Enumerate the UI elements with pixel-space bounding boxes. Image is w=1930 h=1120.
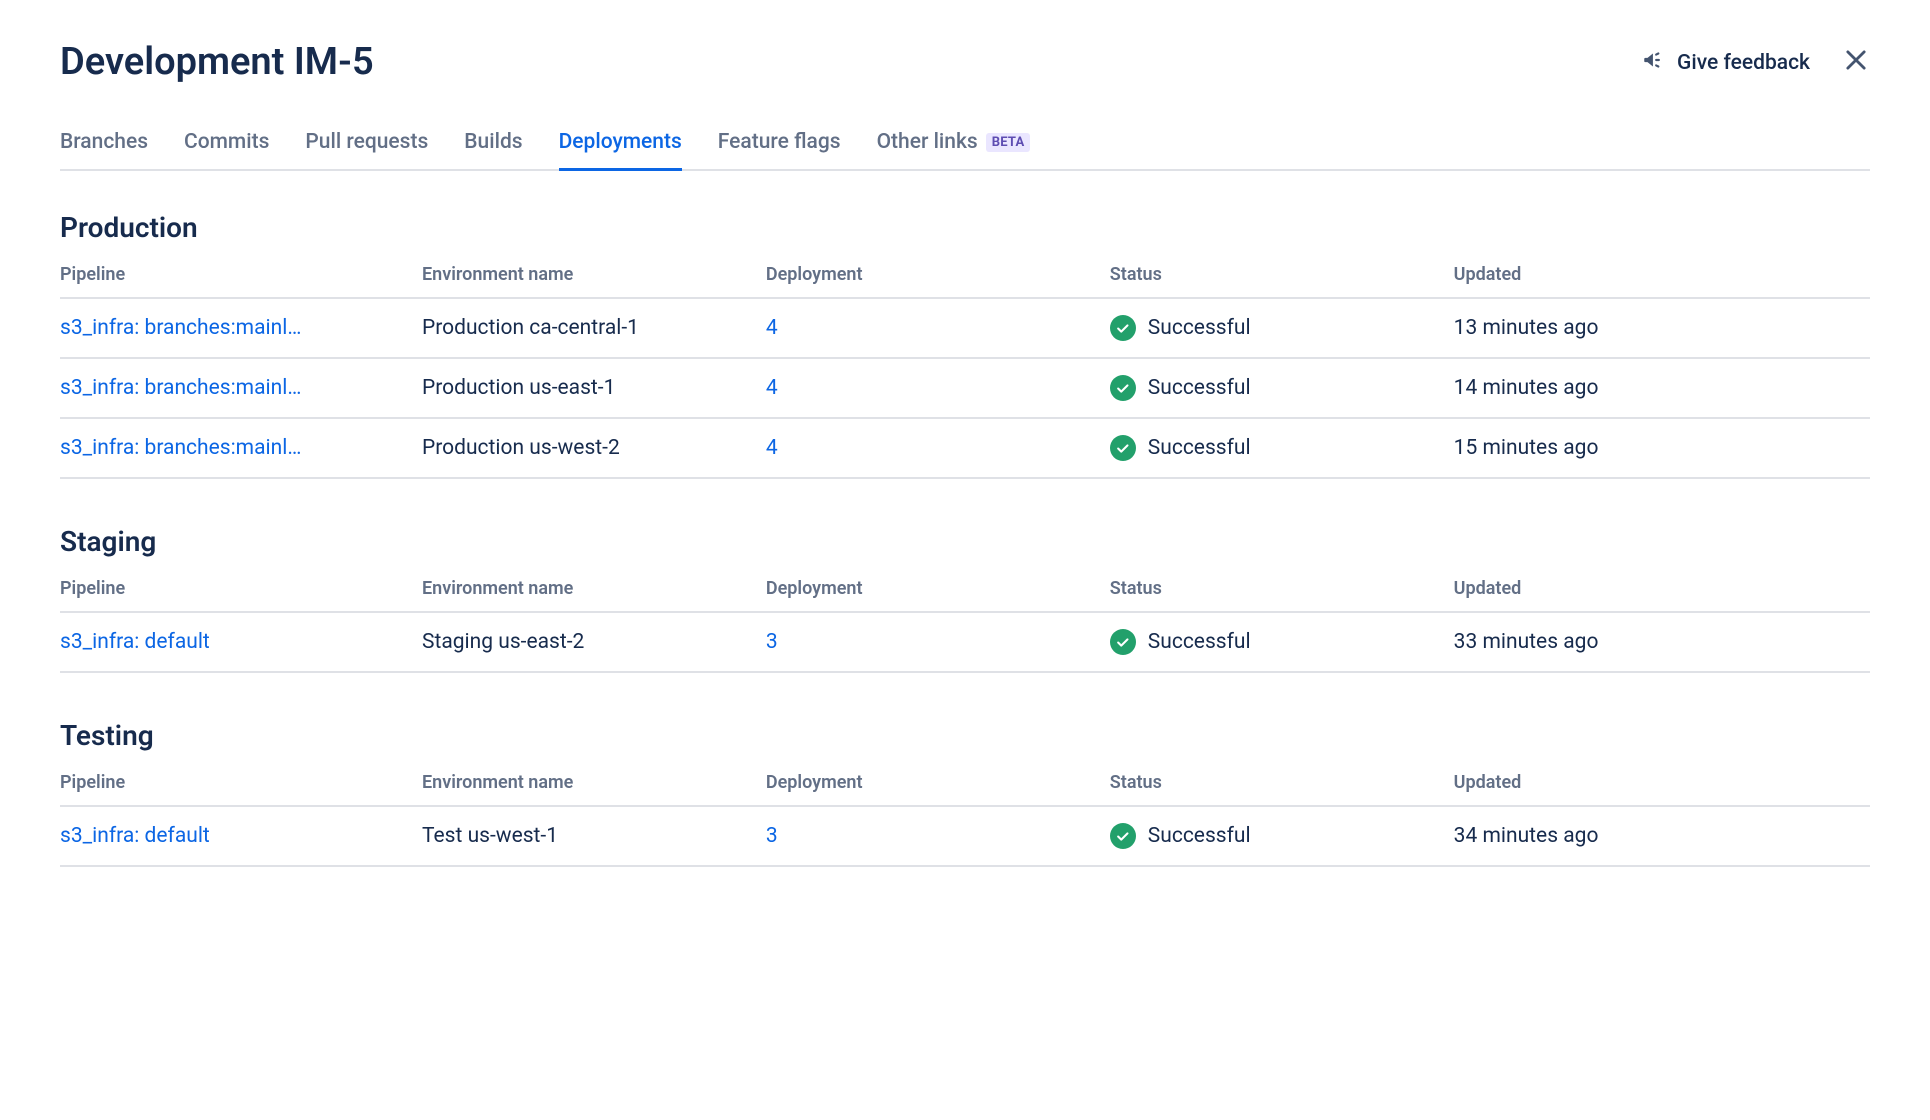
table-row: s3_infra: default Staging us-east-23 Succe… bbox=[60, 612, 1870, 672]
column-header-env: Environment name bbox=[422, 254, 766, 298]
column-header-status: Status bbox=[1110, 254, 1454, 298]
deployments-table: PipelineEnvironment nameDeploymentStatus… bbox=[60, 254, 1870, 479]
section-testing: Testing PipelineEnvironment nameDeploymen… bbox=[60, 719, 1870, 867]
success-check-icon bbox=[1110, 375, 1136, 401]
tab-branches[interactable]: Branches bbox=[60, 124, 148, 171]
close-icon bbox=[1842, 46, 1870, 79]
table-row: s3_infra: branches:mainl… Production us-w… bbox=[60, 418, 1870, 478]
tab-builds[interactable]: Builds bbox=[464, 124, 522, 171]
tab-commits[interactable]: Commits bbox=[184, 124, 269, 171]
column-header-pipeline: Pipeline bbox=[60, 762, 422, 806]
tab-other-links[interactable]: Other links BETA bbox=[877, 124, 1031, 171]
status-text: Successful bbox=[1148, 824, 1251, 848]
deployment-link[interactable]: 4 bbox=[766, 376, 778, 400]
column-header-pipeline: Pipeline bbox=[60, 254, 422, 298]
status-text: Successful bbox=[1148, 630, 1251, 654]
environment-name: Production ca-central-1 bbox=[422, 298, 766, 358]
updated-time: 33 minutes ago bbox=[1454, 612, 1870, 672]
tab-deployments[interactable]: Deployments bbox=[559, 124, 682, 171]
pipeline-link[interactable]: s3_infra: default bbox=[60, 630, 320, 654]
table-row: s3_infra: default Test us-west-13 Successf… bbox=[60, 806, 1870, 866]
column-header-env: Environment name bbox=[422, 568, 766, 612]
column-header-updated: Updated bbox=[1454, 254, 1870, 298]
column-header-status: Status bbox=[1110, 568, 1454, 612]
status-text: Successful bbox=[1148, 436, 1251, 460]
tab-label: Pull requests bbox=[305, 130, 428, 154]
column-header-deployment: Deployment bbox=[766, 254, 1110, 298]
environment-name: Production us-west-2 bbox=[422, 418, 766, 478]
page-title: Development IM-5 bbox=[60, 40, 374, 84]
section-title: Testing bbox=[60, 719, 1870, 752]
deployments-table: PipelineEnvironment nameDeploymentStatus… bbox=[60, 568, 1870, 673]
section-staging: Staging PipelineEnvironment nameDeploymen… bbox=[60, 525, 1870, 673]
status-text: Successful bbox=[1148, 316, 1251, 340]
column-header-env: Environment name bbox=[422, 762, 766, 806]
column-header-updated: Updated bbox=[1454, 762, 1870, 806]
pipeline-link[interactable]: s3_infra: branches:mainl… bbox=[60, 376, 320, 400]
success-check-icon bbox=[1110, 435, 1136, 461]
tab-feature-flags[interactable]: Feature flags bbox=[718, 124, 841, 171]
pipeline-link[interactable]: s3_infra: branches:mainl… bbox=[60, 436, 320, 460]
status-text: Successful bbox=[1148, 376, 1251, 400]
table-row: s3_infra: branches:mainl… Production ca-c… bbox=[60, 298, 1870, 358]
close-button[interactable] bbox=[1842, 46, 1870, 79]
environment-name: Test us-west-1 bbox=[422, 806, 766, 866]
beta-badge: BETA bbox=[986, 133, 1031, 152]
environment-name: Staging us-east-2 bbox=[422, 612, 766, 672]
section-production: Production PipelineEnvironment nameDeploy… bbox=[60, 211, 1870, 479]
section-title: Staging bbox=[60, 525, 1870, 558]
success-check-icon bbox=[1110, 823, 1136, 849]
pipeline-link[interactable]: s3_infra: default bbox=[60, 824, 320, 848]
column-header-deployment: Deployment bbox=[766, 762, 1110, 806]
tab-label: Builds bbox=[464, 130, 522, 154]
column-header-pipeline: Pipeline bbox=[60, 568, 422, 612]
header-actions: Give feedback bbox=[1641, 40, 1870, 79]
tab-label: Deployments bbox=[559, 130, 682, 154]
success-check-icon bbox=[1110, 315, 1136, 341]
megaphone-icon bbox=[1641, 47, 1667, 79]
updated-time: 13 minutes ago bbox=[1454, 298, 1870, 358]
table-row: s3_infra: branches:mainl… Production us-e… bbox=[60, 358, 1870, 418]
deployment-link[interactable]: 3 bbox=[766, 824, 778, 848]
tab-label: Branches bbox=[60, 130, 148, 154]
deployment-link[interactable]: 4 bbox=[766, 316, 778, 340]
tab-label: Feature flags bbox=[718, 130, 841, 154]
status-cell: Successful bbox=[1110, 629, 1454, 655]
tab-label: Commits bbox=[184, 130, 269, 154]
tab-label: Other links bbox=[877, 130, 978, 154]
deployment-link[interactable]: 3 bbox=[766, 630, 778, 654]
updated-time: 34 minutes ago bbox=[1454, 806, 1870, 866]
column-header-status: Status bbox=[1110, 762, 1454, 806]
section-title: Production bbox=[60, 211, 1870, 244]
column-header-updated: Updated bbox=[1454, 568, 1870, 612]
page-header: Development IM-5 Give feedback bbox=[60, 40, 1870, 84]
deployment-link[interactable]: 4 bbox=[766, 436, 778, 460]
deployments-table: PipelineEnvironment nameDeploymentStatus… bbox=[60, 762, 1870, 867]
status-cell: Successful bbox=[1110, 823, 1454, 849]
status-cell: Successful bbox=[1110, 435, 1454, 461]
pipeline-link[interactable]: s3_infra: branches:mainl… bbox=[60, 316, 320, 340]
success-check-icon bbox=[1110, 629, 1136, 655]
updated-time: 15 minutes ago bbox=[1454, 418, 1870, 478]
tab-pull-requests[interactable]: Pull requests bbox=[305, 124, 428, 171]
status-cell: Successful bbox=[1110, 375, 1454, 401]
environment-name: Production us-east-1 bbox=[422, 358, 766, 418]
status-cell: Successful bbox=[1110, 315, 1454, 341]
column-header-deployment: Deployment bbox=[766, 568, 1110, 612]
give-feedback-label: Give feedback bbox=[1677, 51, 1810, 75]
give-feedback-button[interactable]: Give feedback bbox=[1641, 47, 1810, 79]
tabs: Branches Commits Pull requests Builds Deploy… bbox=[60, 124, 1870, 171]
updated-time: 14 minutes ago bbox=[1454, 358, 1870, 418]
